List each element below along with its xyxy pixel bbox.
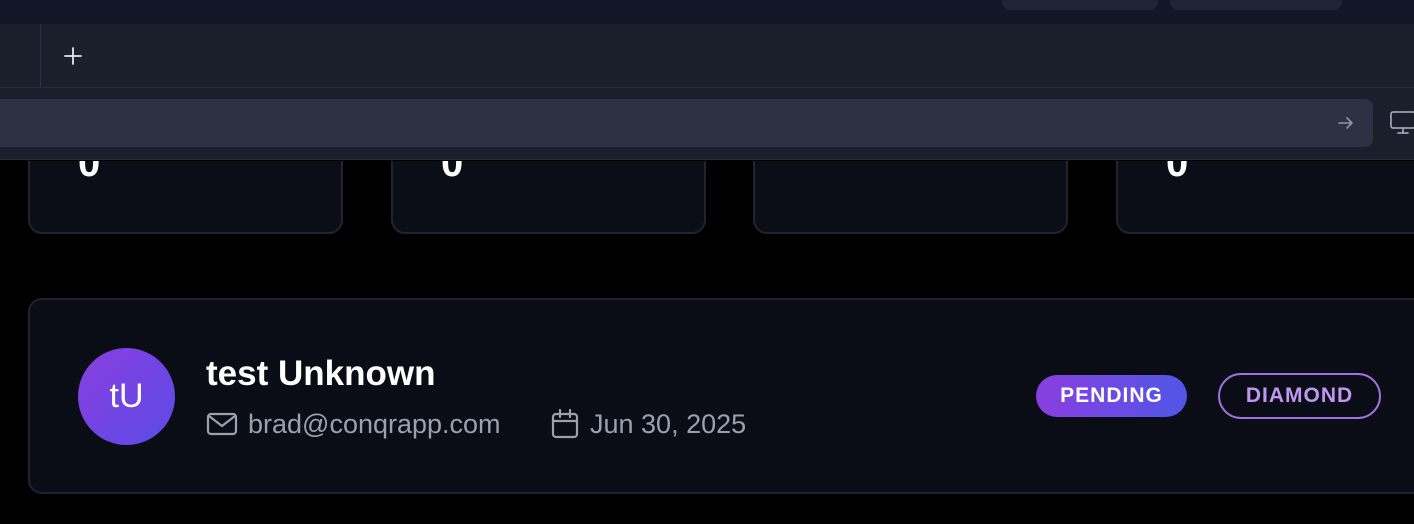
user-email: brad@conqrapp.com [206, 408, 501, 440]
user-card[interactable]: tU test Unknown brad@conqrapp.com Jun 30… [28, 298, 1414, 494]
address-bar[interactable] [0, 99, 1373, 147]
stat-card: 0 [391, 161, 706, 234]
user-date: Jun 30, 2025 [550, 408, 746, 440]
new-tab-button[interactable] [58, 41, 88, 71]
tab-bar [0, 24, 1414, 88]
browser-toolbar [0, 88, 1414, 160]
window-control[interactable] [1170, 0, 1342, 10]
stat-card: 0 [28, 161, 343, 234]
page-content: 0 0 0 tU test Unknown brad@conqrapp.com … [0, 161, 1414, 524]
window-control[interactable] [1002, 0, 1158, 10]
date-text: Jun 30, 2025 [590, 408, 747, 439]
stat-value: 0 [78, 161, 101, 185]
stat-card [753, 161, 1068, 234]
status-badge: PENDING [1036, 375, 1187, 417]
address-input[interactable] [8, 99, 1308, 147]
tab-divider [40, 24, 41, 88]
user-name: test Unknown [206, 354, 436, 393]
calendar-icon [551, 408, 579, 439]
go-button[interactable] [1335, 112, 1357, 134]
plus-icon [64, 47, 82, 65]
tier-badge: DIAMOND [1218, 373, 1381, 419]
mail-icon [206, 412, 238, 436]
arrow-right-icon [1338, 117, 1353, 129]
email-text: brad@conqrapp.com [248, 408, 501, 439]
stat-value: 0 [1166, 161, 1189, 185]
browser-top-strip [0, 0, 1414, 24]
stat-card: 0 [1116, 161, 1414, 234]
monitor-icon [1390, 111, 1414, 134]
avatar: tU [78, 348, 175, 445]
stat-value: 0 [441, 161, 464, 185]
device-toggle-button[interactable] [1388, 107, 1414, 137]
